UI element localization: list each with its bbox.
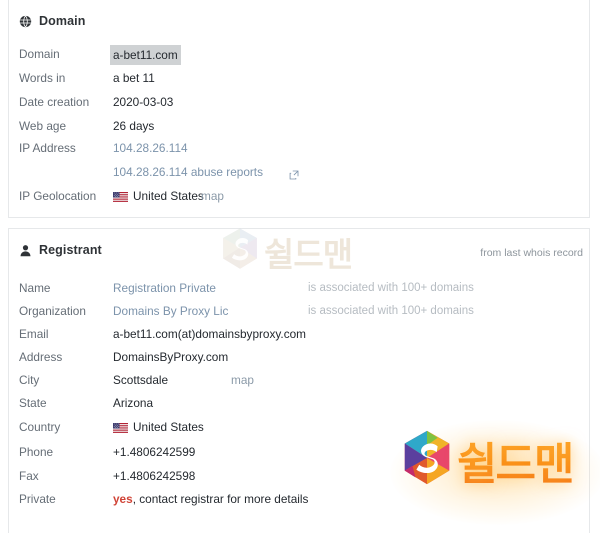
row-private: Private yes, contact registrar for more … <box>19 490 579 508</box>
row-ip-address: IP Address 104.28.26.114 <box>19 139 579 157</box>
value-ip-geolocation: United States <box>113 187 204 205</box>
row-email: Email a-bet11.com(at)domainsbyproxy.com <box>19 325 579 343</box>
value-city: Scottsdale <box>113 373 169 387</box>
row-phone: Phone +1.4806242599 <box>19 443 579 461</box>
label-country: Country <box>19 420 61 434</box>
row-web-age: Web age 26 days <box>19 117 579 135</box>
label-email: Email <box>19 327 49 341</box>
value-date-creation: 2020-03-03 <box>113 95 174 109</box>
label-domain: Domain <box>19 47 60 61</box>
label-ip-geolocation: IP Geolocation <box>19 189 97 203</box>
row-domain: Domain a-bet11.com <box>19 45 579 65</box>
label-address: Address <box>19 350 63 364</box>
label-ip-address: IP Address <box>19 141 76 155</box>
domain-section-title: Domain <box>39 14 86 28</box>
registrant-section-header: Registrant <box>19 243 102 257</box>
row-name: Name Registration Private is associated … <box>19 279 579 297</box>
label-words-in: Words in <box>19 71 66 85</box>
country-text: United States <box>133 420 204 434</box>
geolocation-country-text: United States <box>133 189 204 203</box>
us-flag-icon-registrant <box>113 420 128 433</box>
value-state: Arizona <box>113 396 153 410</box>
value-domain: a-bet11.com <box>110 45 181 65</box>
label-fax: Fax <box>19 469 39 483</box>
private-rest-text: , contact registrar for more details <box>132 492 309 506</box>
label-organization: Organization <box>19 304 86 318</box>
abuse-reports-link[interactable]: 104.28.26.114 abuse reports <box>113 163 263 181</box>
whois-record-note: from last whois record <box>480 247 583 259</box>
value-country: United States <box>113 418 204 436</box>
us-flag-icon <box>113 189 128 202</box>
organization-associated-text: is associated with 100+ domains <box>308 305 474 317</box>
map-link-geolocation[interactable]: map <box>201 187 224 205</box>
row-state: State Arizona <box>19 394 579 412</box>
user-icon <box>19 244 32 257</box>
label-city: City <box>19 373 40 387</box>
row-address: Address DomainsByProxy.com <box>19 348 579 366</box>
row-abuse-reports: 104.28.26.114 abuse reports <box>19 163 579 181</box>
map-link-city[interactable]: map <box>231 371 254 389</box>
name-associated-text: is associated with 100+ domains <box>308 282 474 294</box>
value-web-age: 26 days <box>113 119 155 133</box>
label-web-age: Web age <box>19 119 67 133</box>
row-words-in: Words in a bet 11 <box>19 69 579 87</box>
value-address: DomainsByProxy.com <box>113 350 229 364</box>
row-fax: Fax +1.4806242598 <box>19 467 579 485</box>
value-words-in: a bet 11 <box>113 71 155 85</box>
globe-icon <box>19 15 32 28</box>
row-organization: Organization Domains By Proxy Lic is ass… <box>19 302 579 320</box>
ip-address-link[interactable]: 104.28.26.114 <box>113 139 188 157</box>
registrant-name-link[interactable]: Registration Private <box>113 279 216 297</box>
label-state: State <box>19 396 47 410</box>
registrant-section-title: Registrant <box>39 243 102 257</box>
value-fax: +1.4806242598 <box>113 469 196 483</box>
row-country: Country United States <box>19 418 579 436</box>
label-name: Name <box>19 281 51 295</box>
row-date-creation: Date creation 2020-03-03 <box>19 93 579 111</box>
label-private: Private <box>19 492 56 506</box>
private-yes-text: yes <box>113 492 133 506</box>
value-private: yes, contact registrar for more details <box>113 490 308 508</box>
label-phone: Phone <box>19 445 54 459</box>
row-city: City Scottsdale map <box>19 371 579 389</box>
value-phone: +1.4806242599 <box>113 445 196 459</box>
label-date-creation: Date creation <box>19 95 90 109</box>
value-email: a-bet11.com(at)domainsbyproxy.com <box>113 327 306 341</box>
domain-section-header: Domain <box>19 14 85 28</box>
whois-report-page: Domain Domain a-bet11.com Words in a bet… <box>0 0 600 533</box>
registrant-organization-link[interactable]: Domains By Proxy Lic <box>113 302 228 320</box>
external-link-icon <box>289 167 299 180</box>
row-ip-geolocation: IP Geolocation United States map <box>19 187 579 205</box>
